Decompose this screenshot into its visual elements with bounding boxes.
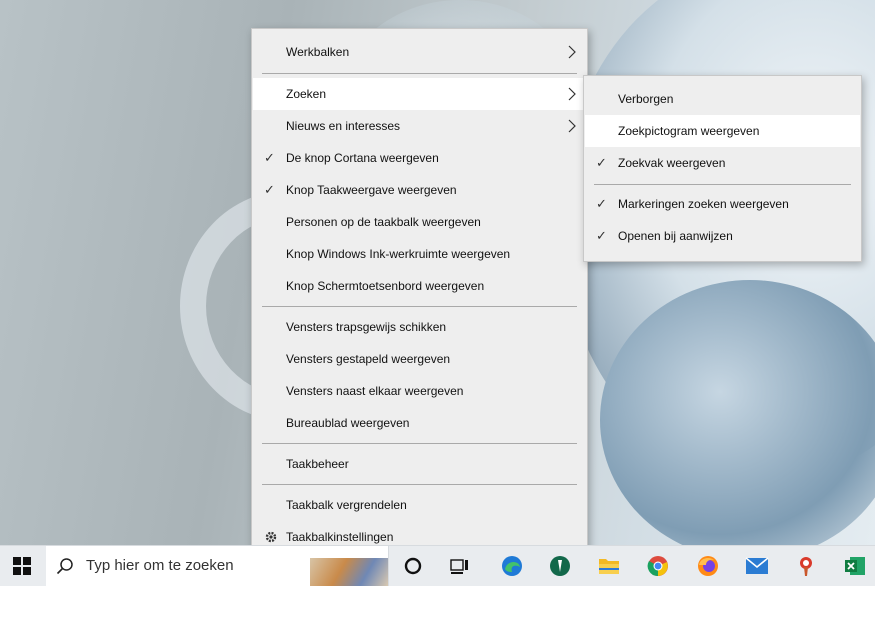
menu-item-windows-ink[interactable]: Knop Windows Ink-werkruimte weergeven (253, 238, 586, 270)
taskbar: Typ hier om te zoeken (0, 545, 875, 586)
menu-separator (262, 484, 577, 485)
gear-icon (265, 531, 277, 543)
search-placeholder: Typ hier om te zoeken (86, 557, 234, 574)
menu-item-taakweergave-knop[interactable]: ✓ Knop Taakweergave weergeven (253, 174, 586, 206)
task-view-icon[interactable] (448, 554, 472, 578)
checkmark-icon: ✓ (264, 150, 275, 165)
file-explorer-icon[interactable] (597, 554, 621, 578)
checkmark-icon: ✓ (596, 196, 607, 211)
firefox-icon[interactable] (696, 554, 720, 578)
menu-item-gestapeld[interactable]: Vensters gestapeld weergeven (253, 343, 586, 375)
menu-item-bureaublad[interactable]: Bureaublad weergeven (253, 407, 586, 439)
cortana-icon[interactable] (401, 554, 425, 578)
menu-item-cortana-knop[interactable]: ✓ De knop Cortana weergeven (253, 142, 586, 174)
paint-icon[interactable] (794, 554, 818, 578)
menu-item-nieuws-en-interesses[interactable]: Nieuws en interesses (253, 110, 586, 142)
checkmark-icon: ✓ (596, 155, 607, 170)
submenu-item-zoekpictogram[interactable]: Zoekpictogram weergeven (585, 115, 860, 147)
taskbar-context-menu: Werkbalken Zoeken Nieuws en interesses ✓… (251, 28, 588, 563)
taskbar-search-box[interactable]: Typ hier om te zoeken (46, 546, 389, 586)
chrome-icon[interactable] (646, 554, 670, 578)
chevron-right-icon (568, 119, 576, 133)
checkmark-icon: ✓ (596, 228, 607, 243)
menu-item-naast-elkaar[interactable]: Vensters naast elkaar weergeven (253, 375, 586, 407)
menu-separator (262, 443, 577, 444)
submenu-item-openen-bij-aanwijzen[interactable]: ✓ Openen bij aanwijzen (585, 220, 860, 252)
menu-separator (594, 184, 851, 185)
menu-separator (262, 306, 577, 307)
mail-icon[interactable] (745, 554, 769, 578)
menu-item-personen[interactable]: Personen op de taakbalk weergeven (253, 206, 586, 238)
windows-start-icon[interactable] (10, 554, 34, 578)
edge-icon[interactable] (500, 554, 524, 578)
menu-separator (262, 73, 577, 74)
menu-item-schermtoetsenbord[interactable]: Knop Schermtoetsenbord weergeven (253, 270, 586, 302)
submenu-item-markeringen[interactable]: ✓ Markeringen zoeken weergeven (585, 188, 860, 220)
menu-item-taakbalk-vergrendelen[interactable]: Taakbalk vergrendelen (253, 489, 586, 521)
search-icon (56, 558, 73, 575)
excel-icon[interactable] (843, 554, 867, 578)
chevron-right-icon (568, 45, 576, 59)
search-highlight-image (310, 558, 388, 586)
app-icon[interactable] (548, 554, 572, 578)
chevron-right-icon (568, 87, 576, 101)
menu-item-werkbalken[interactable]: Werkbalken (253, 36, 586, 68)
menu-item-zoeken[interactable]: Zoeken (253, 78, 586, 110)
submenu-item-verborgen[interactable]: Verborgen (585, 83, 860, 115)
checkmark-icon: ✓ (264, 182, 275, 197)
menu-item-trapsgewijs[interactable]: Vensters trapsgewijs schikken (253, 311, 586, 343)
zoeken-submenu: Verborgen Zoekpictogram weergeven ✓ Zoek… (583, 75, 862, 262)
submenu-item-zoekvak[interactable]: ✓ Zoekvak weergeven (585, 147, 860, 179)
menu-item-taakbeheer[interactable]: Taakbeheer (253, 448, 586, 480)
